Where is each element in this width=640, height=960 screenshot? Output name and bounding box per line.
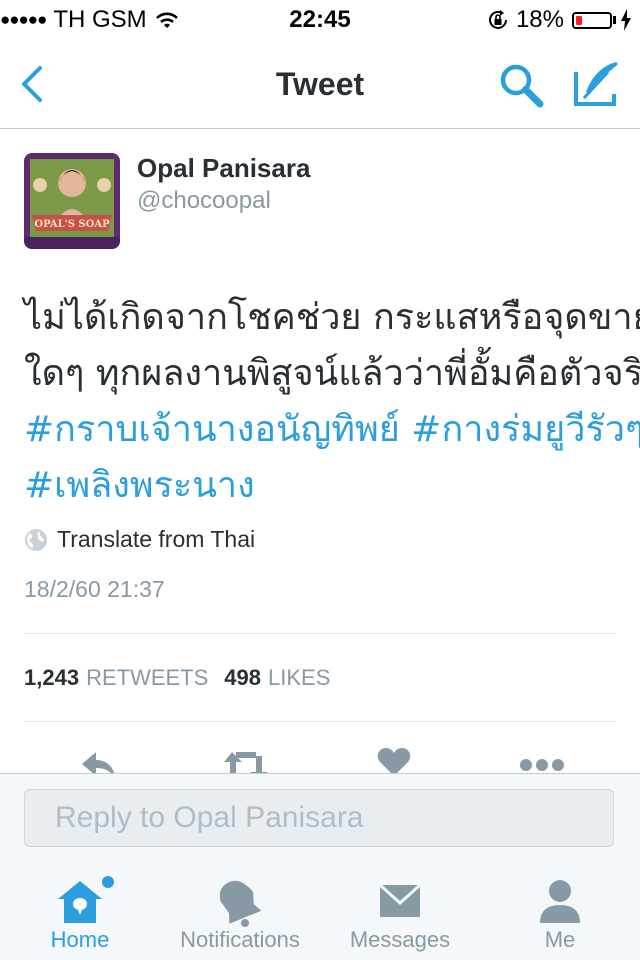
tweet-stats: 1,243 RETWEETS 498 LIKES bbox=[24, 665, 330, 691]
tab-label: Messages bbox=[349, 927, 451, 952]
tab-bar: Home Notifications Messages Me bbox=[0, 863, 640, 960]
divider bbox=[24, 633, 616, 634]
tweet-timestamp: 18/2/60 21:37 bbox=[24, 576, 165, 602]
author-handle[interactable]: @chocoopal bbox=[137, 187, 271, 215]
rotation-lock-icon bbox=[488, 10, 507, 29]
compose-tweet-icon[interactable] bbox=[572, 58, 622, 108]
tab-label: Notifications bbox=[180, 927, 300, 952]
hashtag-link[interactable]: #กราบเจ้านางอนัญทิพย์ bbox=[24, 409, 400, 450]
tab-notifications[interactable]: Notifications bbox=[160, 863, 320, 960]
retweets-count[interactable]: 1,243 bbox=[24, 665, 79, 691]
battery-nub bbox=[613, 16, 616, 24]
battery-level bbox=[576, 15, 582, 25]
search-icon[interactable] bbox=[496, 60, 546, 110]
likes-label[interactable]: LIKES bbox=[268, 665, 330, 691]
tweet-text: ไม่ได้เกิดจากโชคช่วย กระแสหรือจุดขาย ใดๆ… bbox=[24, 290, 640, 514]
translate-link[interactable]: Translate from Thai bbox=[24, 526, 255, 553]
author-avatar[interactable]: OPAL'S SOAP bbox=[24, 153, 120, 249]
globe-icon bbox=[25, 528, 47, 551]
author-name[interactable]: Opal Panisara bbox=[137, 153, 310, 184]
divider bbox=[24, 721, 616, 722]
tab-label: Me bbox=[544, 927, 576, 952]
battery-icon bbox=[572, 11, 612, 29]
likes-count[interactable]: 498 bbox=[224, 665, 261, 691]
charging-bolt-icon bbox=[621, 9, 631, 31]
reply-bar bbox=[0, 773, 640, 864]
retweet-icon[interactable] bbox=[222, 750, 270, 774]
tweet-actions bbox=[0, 744, 640, 774]
translate-label: Translate from Thai bbox=[57, 526, 256, 552]
bell-icon bbox=[219, 880, 262, 927]
hashtag-link[interactable]: #เพลิงพระนาง bbox=[24, 465, 255, 506]
reply-input[interactable] bbox=[24, 789, 614, 847]
person-icon bbox=[540, 880, 580, 923]
tab-home[interactable]: Home bbox=[0, 863, 160, 960]
tweet-text-line: ไม่ได้เกิดจากโชคช่วย กระแสหรือจุดขาย bbox=[24, 297, 640, 338]
more-options-icon[interactable] bbox=[519, 758, 565, 772]
svg-text:OPAL'S SOAP: OPAL'S SOAP bbox=[34, 219, 110, 230]
tab-me[interactable]: Me bbox=[480, 863, 640, 960]
avatar-image: OPAL'S SOAP bbox=[24, 153, 120, 249]
retweets-label[interactable]: RETWEETS bbox=[86, 665, 208, 691]
reply-icon[interactable] bbox=[80, 750, 120, 774]
tweet-text-line: ใดๆ ทุกผลงานพิสูจน์แล้วว่าพี่อั้มคือตัวจ… bbox=[24, 353, 640, 394]
hashtag-link[interactable]: #กางร่มยูวีรัวๆ bbox=[411, 409, 640, 450]
envelope-icon bbox=[378, 883, 422, 917]
like-heart-icon[interactable] bbox=[377, 746, 411, 774]
tab-label: Home bbox=[50, 927, 110, 952]
navigation-bar: Tweet bbox=[0, 40, 640, 129]
status-bar: ●●●●● TH GSM 22:45 18% bbox=[0, 0, 640, 40]
new-content-dot bbox=[102, 876, 114, 888]
home-icon bbox=[58, 881, 102, 923]
tab-messages[interactable]: Messages bbox=[320, 863, 480, 960]
battery-percentage: 18% bbox=[515, 6, 564, 33]
